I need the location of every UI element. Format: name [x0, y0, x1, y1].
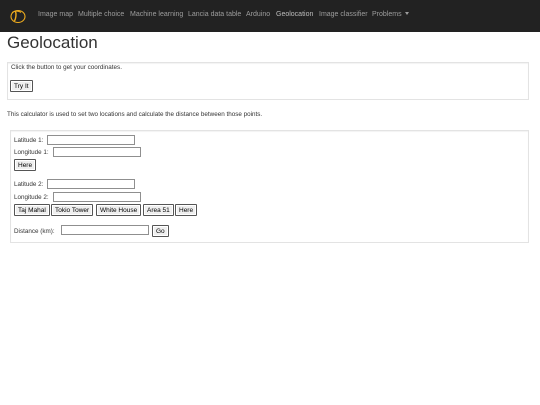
- nav-item-image-classifier[interactable]: Image classifier: [319, 11, 368, 18]
- latitude-1-label: Latitude 1:: [14, 137, 44, 144]
- go-button[interactable]: Go: [152, 225, 169, 237]
- distance-label: Distance (km):: [14, 228, 55, 235]
- longitude-1-label: Longitude 1:: [14, 149, 49, 156]
- nav-item-multiple-choice[interactable]: Multiple choice: [78, 11, 124, 18]
- here-1-button[interactable]: Here: [14, 159, 37, 171]
- page-title: Geolocation: [7, 33, 98, 52]
- caret-down-icon: [404, 12, 409, 15]
- nav-item-arduino[interactable]: Arduino: [246, 11, 270, 18]
- try-it-button[interactable]: Try It: [10, 80, 33, 92]
- latitude-1-input[interactable]: [47, 135, 135, 145]
- preset-tokio-tower-button[interactable]: Tokio Tower: [51, 204, 94, 216]
- calculator-intro: This calculator is used to set two locat…: [7, 111, 263, 118]
- nav-item-problems-dropdown[interactable]: Problems: [372, 11, 409, 18]
- preset-taj-mahal-button[interactable]: Taj Mahal: [14, 204, 50, 216]
- longitude-2-label: Longitude 2:: [14, 194, 49, 201]
- top-navbar: Image map Multiple choice Machine learni…: [0, 0, 540, 32]
- longitude-1-input[interactable]: [53, 147, 141, 157]
- preset-area-51-button[interactable]: Area 51: [143, 204, 174, 216]
- nav-item-image-map[interactable]: Image map: [38, 11, 73, 18]
- nav-item-machine-learning[interactable]: Machine learning: [130, 11, 183, 18]
- here-2-button[interactable]: Here: [175, 204, 198, 216]
- distance-output[interactable]: [61, 225, 149, 235]
- latitude-2-label: Latitude 2:: [14, 181, 44, 188]
- brand-logo-icon[interactable]: [9, 8, 27, 24]
- preset-white-house-button[interactable]: White House: [96, 204, 142, 216]
- nav-item-geolocation[interactable]: Geolocation: [276, 11, 313, 18]
- latitude-2-input[interactable]: [47, 179, 135, 189]
- nav-item-problems-label: Problems: [372, 11, 402, 18]
- longitude-2-input[interactable]: [53, 192, 141, 202]
- coordinates-prompt: Click the button to get your coordinates…: [11, 64, 122, 71]
- nav-item-lancia-data-table[interactable]: Lancia data table: [188, 11, 241, 18]
